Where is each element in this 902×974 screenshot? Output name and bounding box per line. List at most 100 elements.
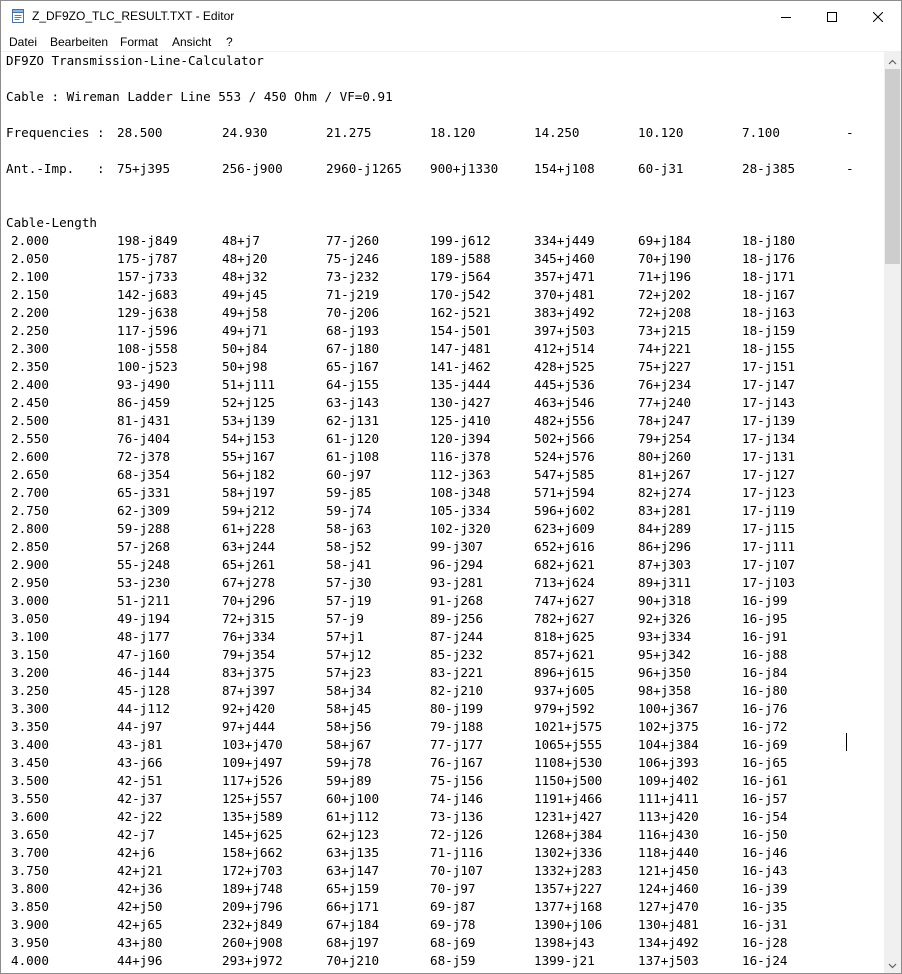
text-editor[interactable]: DF9ZO Transmission-Line-Calculator Cable…	[1, 52, 884, 973]
impedance-cell: 65-j331	[117, 485, 171, 500]
impedance-cell: 17-j123	[742, 485, 796, 500]
title-bar[interactable]: Z_DF9ZO_TLC_RESULT.TXT - Editor	[1, 1, 901, 32]
impedance-cell: 109+j402	[638, 773, 699, 788]
maximize-button[interactable]	[809, 1, 855, 32]
impedance-cell: 72+j315	[222, 611, 276, 626]
impedance-cell: 61-j108	[326, 449, 380, 464]
impedance-cell: 58-j41	[326, 557, 372, 572]
impedance-cell: 42+j50	[117, 899, 163, 914]
impedance-cell: 383+j492	[534, 305, 595, 320]
overflow-marker: -	[846, 161, 854, 176]
impedance-cell: 98+j358	[638, 683, 692, 698]
impedance-cell: 116-j378	[430, 449, 491, 464]
impedance-line: Ant.-Imp. : 75+j395 256-j900 2960-j1265 …	[6, 160, 854, 178]
menu-datei[interactable]: Datei	[9, 35, 37, 49]
cable-length-cell: 2.600	[11, 449, 49, 464]
impedance-cell: 42-j37	[117, 791, 163, 806]
impedance-cell: 17-j115	[742, 521, 796, 536]
impedance-cell: 18-j163	[742, 305, 796, 320]
vertical-scrollbar[interactable]	[884, 52, 901, 973]
impedance-cell: 16-j80	[742, 683, 788, 698]
impedance-cell: 63-j143	[326, 395, 380, 410]
impedance-cell: 84+j289	[638, 521, 692, 536]
impedance-cell: 70+j190	[638, 251, 692, 266]
cable-length-cell: 2.300	[11, 341, 49, 356]
impedance-cell: 79+j254	[638, 431, 692, 446]
impedance-cell: 179-j564	[430, 269, 491, 284]
impedance-cell: 1231+j427	[534, 809, 603, 824]
impedance-cell: 57+j1	[326, 629, 364, 644]
cable-length-cell: 2.650	[11, 467, 49, 482]
cable-length-cell: 3.950	[11, 935, 49, 950]
impedance-cell: 65+j159	[326, 881, 380, 896]
menu-ansicht[interactable]: Ansicht	[172, 35, 211, 49]
impedance-cell: 53-j230	[117, 575, 171, 590]
maximize-icon	[827, 11, 837, 22]
impedance-value: 256-j900	[222, 161, 283, 176]
impedance-cell: 82-j210	[430, 683, 484, 698]
impedance-cell: 1390+j106	[534, 917, 603, 932]
impedance-cell: 713+j624	[534, 575, 595, 590]
impedance-cell: 1332+j283	[534, 863, 603, 878]
impedance-cell: 16-j95	[742, 611, 788, 626]
impedance-cell: 67+j184	[326, 917, 380, 932]
impedance-cell: 103+j470	[222, 737, 283, 752]
impedance-cell: 57-j268	[117, 539, 171, 554]
cable-length-cell: 3.850	[11, 899, 49, 914]
impedance-cell: 51+j111	[222, 377, 276, 392]
impedance-cell: 93+j334	[638, 629, 692, 644]
cable-length-cell: 3.050	[11, 611, 49, 626]
impedance-cell: 58+j45	[326, 701, 372, 716]
impedance-cell: 69-j78	[430, 917, 476, 932]
scroll-thumb[interactable]	[885, 69, 900, 264]
chevron-up-icon	[888, 52, 897, 70]
impedance-cell: 17-j134	[742, 431, 796, 446]
impedance-cell: 55+j167	[222, 449, 276, 464]
impedance-cell: 130-j427	[430, 395, 491, 410]
impedance-cell: 16-j84	[742, 665, 788, 680]
impedance-cell: 189-j588	[430, 251, 491, 266]
impedance-value: 28-j385	[742, 161, 796, 176]
minimize-button[interactable]	[763, 1, 809, 32]
impedance-cell: 76-j167	[430, 755, 484, 770]
impedance-cell: 979+j592	[534, 701, 595, 716]
impedance-cell: 48-j177	[117, 629, 171, 644]
impedance-cell: 74+j221	[638, 341, 692, 356]
impedance-cell: 125+j557	[222, 791, 283, 806]
impedance-cell: 357+j471	[534, 269, 595, 284]
impedance-cell: 1357+j227	[534, 881, 603, 896]
impedance-cell: 52+j125	[222, 395, 276, 410]
impedance-cell: 69+j184	[638, 233, 692, 248]
impedance-cell: 17-j147	[742, 377, 796, 392]
impedance-cell: 108-j348	[430, 485, 491, 500]
impedance-cell: 73-j136	[430, 809, 484, 824]
impedance-cell: 96-j294	[430, 557, 484, 572]
cable-length-cell: 2.200	[11, 305, 49, 320]
impedance-cell: 50+j84	[222, 341, 268, 356]
cable-length-cell: 2.550	[11, 431, 49, 446]
menu-format[interactable]: Format	[120, 35, 158, 49]
scroll-down-button[interactable]	[884, 956, 901, 973]
impedance-cell: 157-j733	[117, 269, 178, 284]
section-label: Cable-Length	[6, 215, 97, 230]
impedance-cell: 91-j268	[430, 593, 484, 608]
impedance-cell: 73-j232	[326, 269, 380, 284]
scroll-up-button[interactable]	[884, 52, 901, 69]
impedance-cell: 77-j177	[430, 737, 484, 752]
impedance-cell: 818+j625	[534, 629, 595, 644]
impedance-cell: 16-j65	[742, 755, 788, 770]
impedance-cell: 1398+j43	[534, 935, 595, 950]
frequency-value: 14.250	[534, 125, 580, 140]
minimize-icon	[781, 12, 791, 22]
impedance-cell: 77-j260	[326, 233, 380, 248]
menu-help[interactable]: ?	[226, 35, 233, 49]
impedance-cell: 116+j430	[638, 827, 699, 842]
impedance-cell: 42-j22	[117, 809, 163, 824]
impedance-cell: 18-j155	[742, 341, 796, 356]
cable-length-cell: 2.800	[11, 521, 49, 536]
close-button[interactable]	[855, 1, 901, 32]
impedance-cell: 17-j107	[742, 557, 796, 572]
editor-window: Z_DF9ZO_TLC_RESULT.TXT - Editor Datei Be…	[0, 0, 902, 974]
menu-bearbeiten[interactable]: Bearbeiten	[50, 35, 108, 49]
impedance-cell: 1377+j168	[534, 899, 603, 914]
